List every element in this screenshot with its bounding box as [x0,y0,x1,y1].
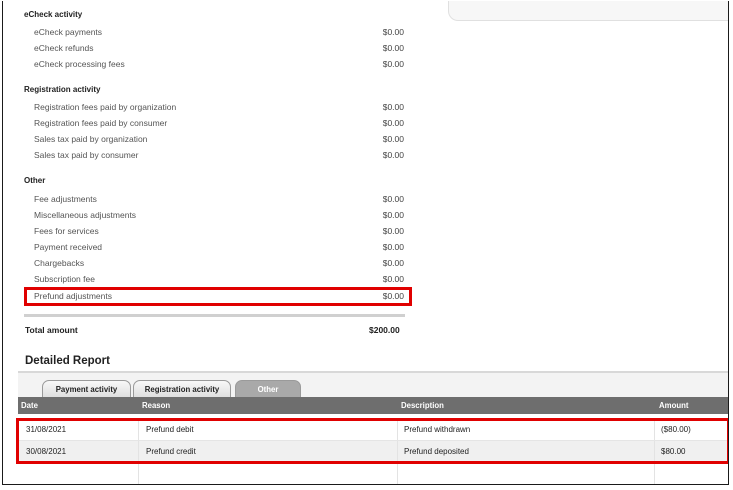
summary-row-amount: $0.00 [382,102,404,112]
summary-row-echeck-processing-fees: eCheck processing fees $0.00 [24,56,412,72]
summary-row-misc-adjustments: Miscellaneous adjustments $0.00 [24,207,412,223]
summary-row-amount: $0.00 [382,134,404,144]
summary-row-amount: $0.00 [382,258,404,268]
summary-row-amount: $0.00 [382,118,404,128]
top-panel [448,1,728,21]
summary-row-label: eCheck refunds [34,43,94,53]
section-title-other: Other [24,176,46,185]
summary-row-payment-received: Payment received $0.00 [24,239,412,255]
summary-row-label: Payment received [34,242,103,252]
summary-row-label: eCheck processing fees [34,59,125,69]
summary-row-amount: $0.00 [382,210,404,220]
report-frame: eCheck activity eCheck payments $0.00 eC… [2,1,729,485]
column-header-reason[interactable]: Reason [142,401,170,410]
summary-row-fees-for-services: Fees for services $0.00 [24,223,412,239]
summary-row-reg-fees-consumer: Registration fees paid by consumer $0.00 [24,115,412,131]
summary-row-amount: $0.00 [382,27,404,37]
column-header-description[interactable]: Description [401,401,444,410]
prefund-adjustments-highlight [24,287,412,306]
report-tab-strip: Payment activity Registration activity O… [18,371,728,399]
column-separator [138,464,139,484]
summary-row-amount: $0.00 [382,43,404,53]
summary-row-label: Fee adjustments [34,194,97,204]
section-title-registration: Registration activity [24,85,101,94]
summary-row-label: Chargebacks [34,258,85,268]
summary-row-echeck-payments: eCheck payments $0.00 [24,24,412,40]
detailed-report-title: Detailed Report [25,355,110,367]
summary-row-amount: $0.00 [382,274,404,284]
column-separator [397,464,398,484]
summary-row-label: eCheck payments [34,27,103,37]
summary-row-subscription-fee: Subscription fee $0.00 [24,271,412,287]
summary-row-chargebacks: Chargebacks $0.00 [24,255,412,271]
summary-row-echeck-refunds: eCheck refunds $0.00 [24,40,412,56]
summary-row-label: Miscellaneous adjustments [34,210,137,220]
section-title-echeck: eCheck activity [24,10,83,19]
summary-row-label: Sales tax paid by consumer [34,150,139,160]
summary-row-label: Subscription fee [34,274,95,284]
summary-row-amount: $0.00 [382,59,404,69]
total-amount-value: $200.00 [369,325,400,335]
column-header-amount[interactable]: Amount [659,401,688,410]
total-amount-label: Total amount [25,325,78,335]
table-row-empty [18,464,728,484]
summary-row-amount: $0.00 [382,226,404,236]
summary-row-label: Registration fees paid by consumer [34,118,168,128]
summary-row-sales-tax-consumer: Sales tax paid by consumer $0.00 [24,147,412,163]
summary-row-amount: $0.00 [382,194,404,204]
summary-row-amount: $0.00 [382,150,404,160]
summary-row-label: Registration fees paid by organization [34,102,177,112]
summary-row-label: Fees for services [34,226,99,236]
column-separator [654,464,655,484]
summary-row-fee-adjustments: Fee adjustments $0.00 [24,191,412,207]
report-table-header: Date Reason Description Amount [18,397,728,414]
summary-row-reg-fees-org: Registration fees paid by organization $… [24,99,412,115]
summary-row-amount: $0.00 [382,242,404,252]
summary-row-sales-tax-org: Sales tax paid by organization $0.00 [24,131,412,147]
prefund-rows-highlight [16,418,728,464]
column-header-date[interactable]: Date [21,401,38,410]
summary-row-label: Sales tax paid by organization [34,134,148,144]
total-divider [24,314,405,317]
